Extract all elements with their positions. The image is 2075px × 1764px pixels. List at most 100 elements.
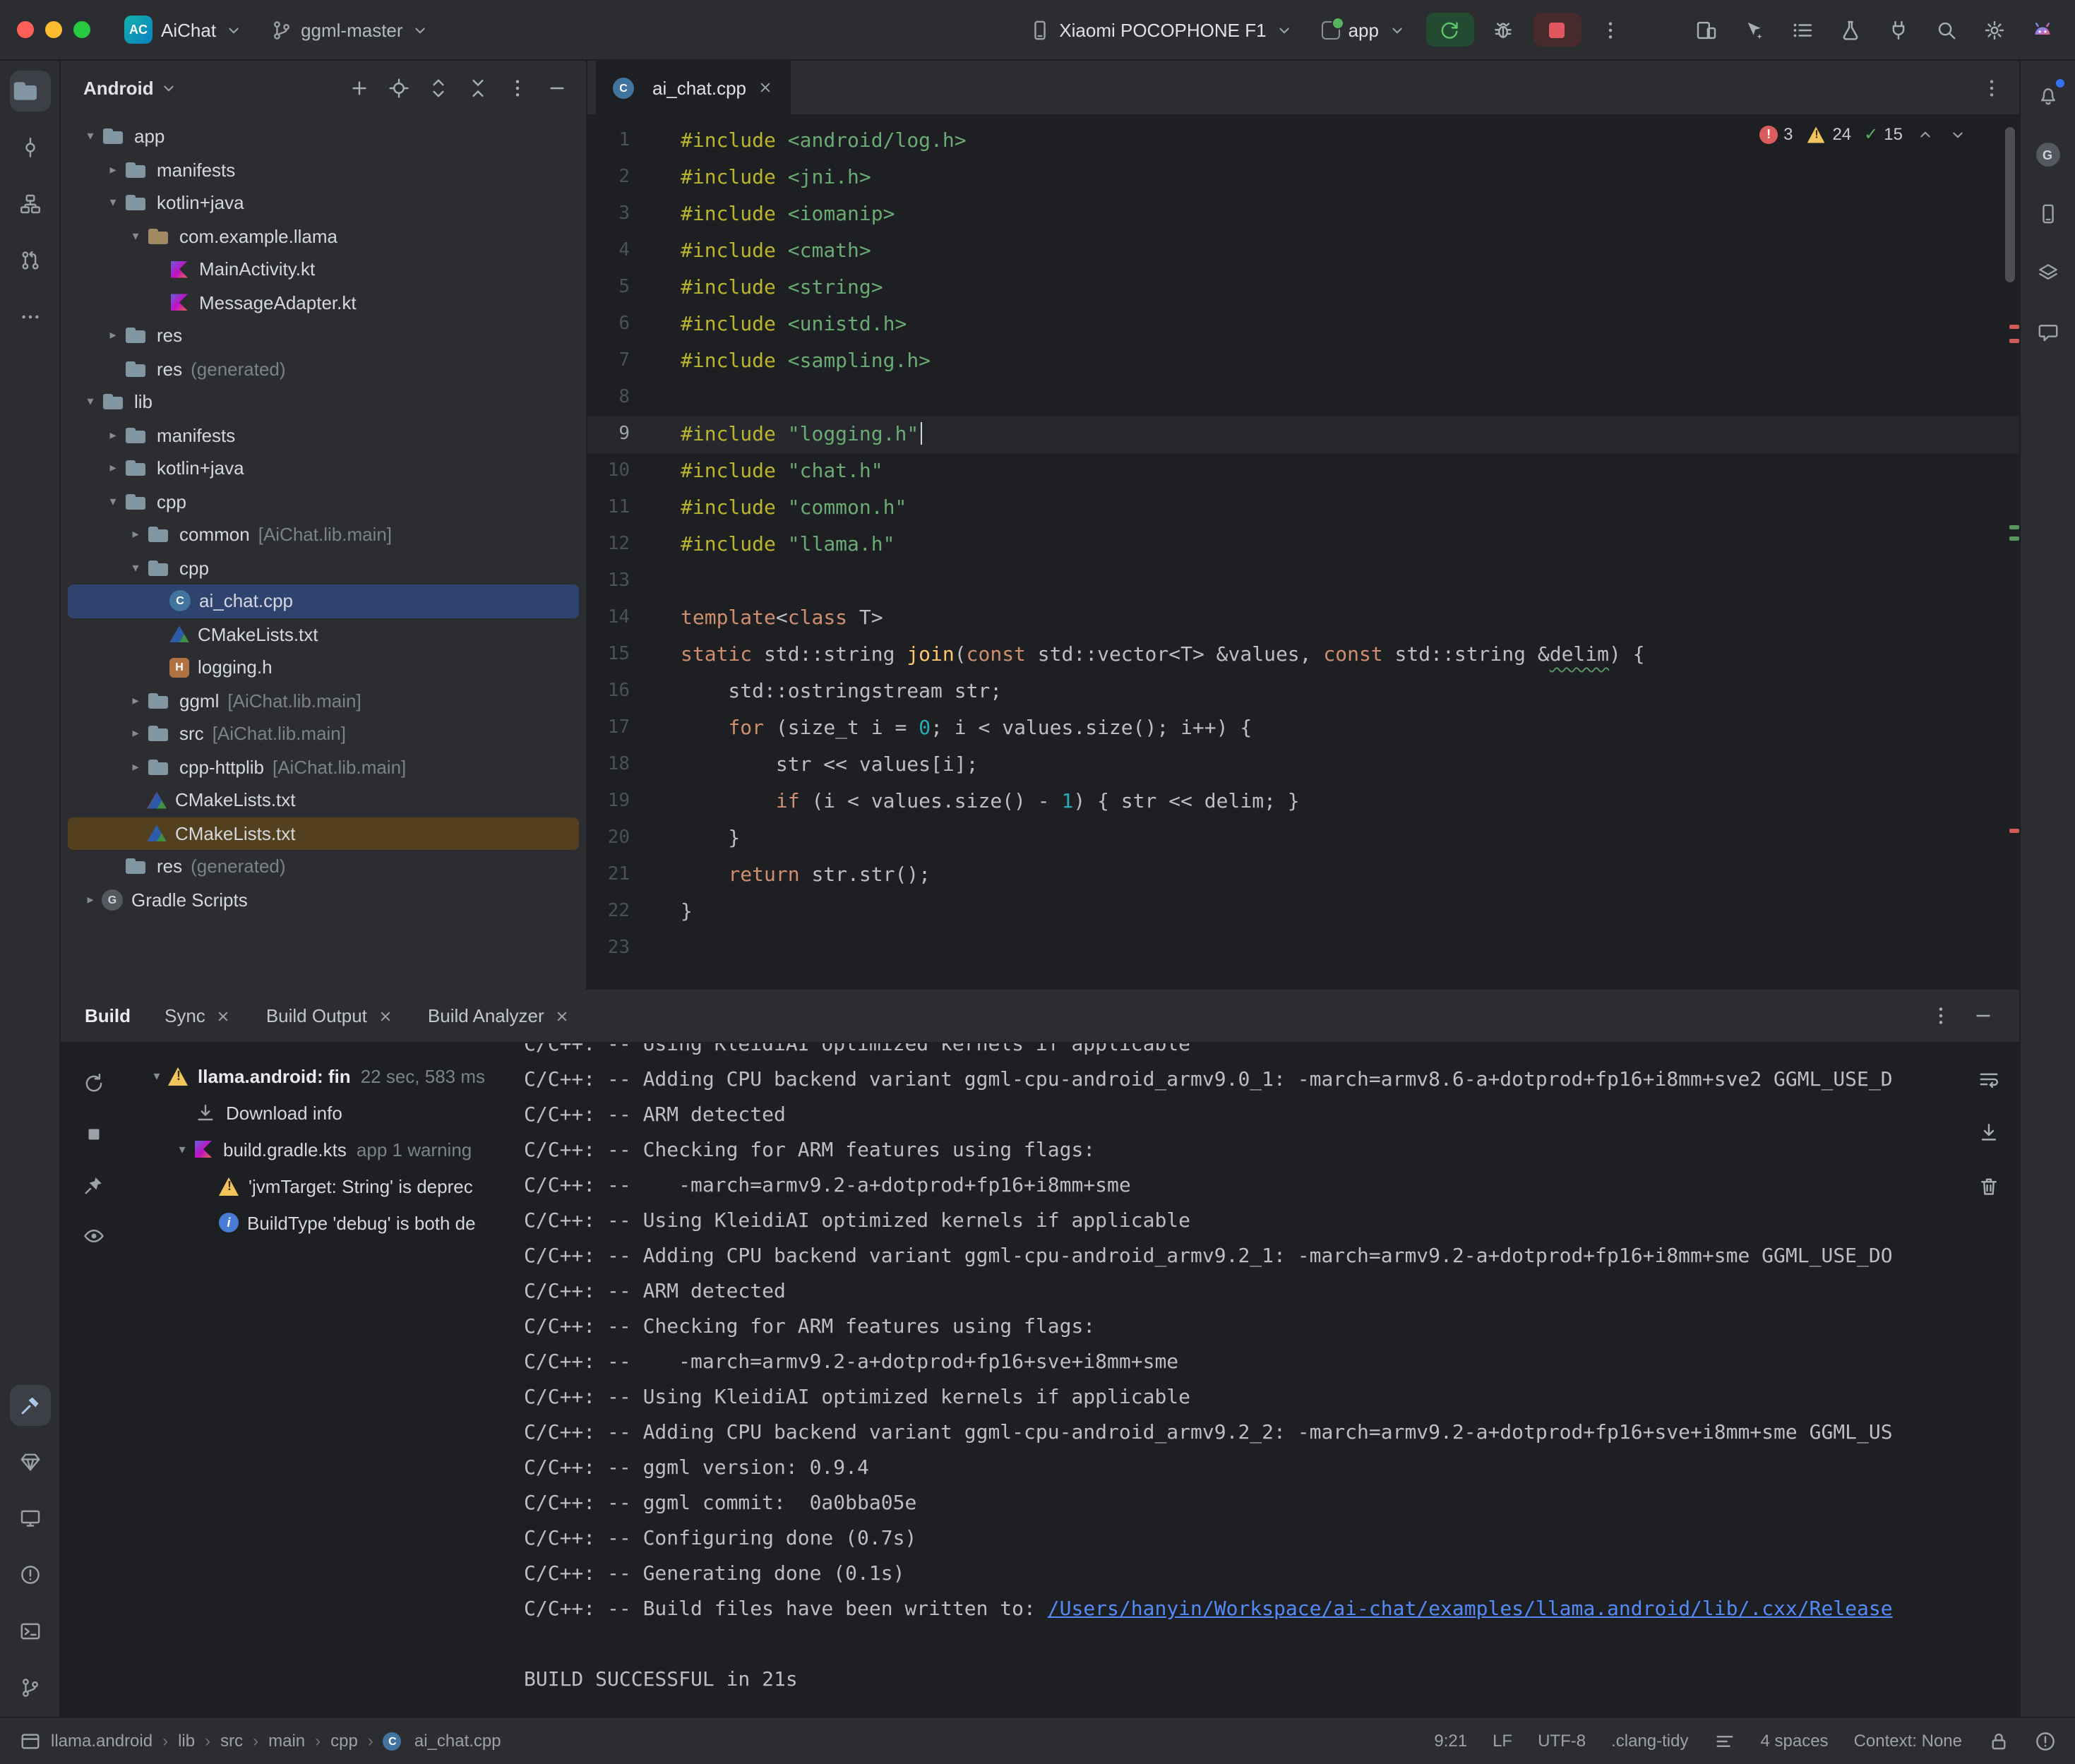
structure-tool-button[interactable] — [9, 184, 50, 224]
line-number[interactable]: 21 — [587, 857, 652, 894]
change-stripe-mark[interactable] — [2009, 536, 2019, 541]
chevron-down-icon[interactable]: ▾ — [124, 560, 147, 576]
build-item-build-gradle-kts[interactable]: ▾build.gradle.ktsapp 1 warning — [126, 1131, 504, 1168]
tree-item-cpp[interactable]: ▾cpp — [68, 485, 579, 518]
soft-wrap-button[interactable] — [1971, 1060, 2007, 1097]
zoom-window-button[interactable] — [73, 21, 90, 38]
run-button[interactable] — [1425, 13, 1473, 47]
tree-item-gradle-scripts[interactable]: ▸Gradle Scripts — [68, 883, 579, 916]
code-line-11[interactable]: 11#include "common.h" — [587, 490, 2019, 527]
code-line-2[interactable]: 2#include <jni.h> — [587, 160, 2019, 196]
breadcrumb-item-llama-android[interactable]: llama.android — [51, 1731, 153, 1751]
line-number[interactable]: 16 — [587, 673, 652, 710]
pin-tab-button[interactable] — [73, 1165, 114, 1206]
line-number[interactable]: 10 — [587, 453, 652, 490]
device-explorer-tool-button[interactable] — [2027, 193, 2068, 234]
tree-item-app[interactable]: ▾app — [68, 120, 579, 153]
line-number[interactable]: 8 — [587, 380, 652, 416]
hints-status-icon[interactable] — [2034, 1730, 2055, 1751]
build-tool-button[interactable] — [9, 1384, 50, 1425]
editor-tab-ai-chat-cpp[interactable]: ai_chat.cpp — [596, 61, 790, 114]
chevron-right-icon[interactable]: ▸ — [124, 726, 147, 742]
close-tab-button[interactable] — [554, 1007, 571, 1024]
assistant-tool-button[interactable] — [2027, 312, 2068, 353]
code-line-12[interactable]: 12#include "llama.h" — [587, 527, 2019, 563]
hide-project-panel-button[interactable] — [538, 70, 575, 107]
tree-item-manifests[interactable]: ▸manifests — [68, 419, 579, 452]
line-number[interactable]: 1 — [587, 123, 652, 160]
clear-console-button[interactable] — [1971, 1168, 2007, 1204]
pull-requests-tool-button[interactable] — [9, 240, 50, 281]
tree-item-kotlin-java[interactable]: ▾kotlin+java — [68, 186, 579, 220]
context-widget[interactable]: Context: None — [1854, 1731, 1962, 1751]
close-tab-button[interactable] — [377, 1007, 394, 1024]
code-line-22[interactable]: 22} — [587, 894, 2019, 930]
code-line-23[interactable]: 23 — [587, 930, 2019, 967]
tree-item-kotlin-java[interactable]: ▸kotlin+java — [68, 452, 579, 485]
studio-bot-button[interactable] — [2024, 11, 2061, 48]
project-selector[interactable]: AC AiChat — [116, 11, 251, 48]
tree-item-cpp[interactable]: ▾cpp — [68, 551, 579, 584]
chevron-down-icon[interactable]: ▾ — [145, 1068, 168, 1084]
tree-item-src[interactable]: ▸src[AiChat.lib.main] — [68, 717, 579, 750]
chevron-down-icon[interactable]: ▾ — [79, 395, 102, 410]
commit-tool-button[interactable] — [9, 127, 50, 168]
hide-build-panel-button[interactable] — [1965, 997, 2002, 1034]
line-number[interactable]: 17 — [587, 710, 652, 747]
caret-position-widget[interactable]: 9:21 — [1434, 1731, 1467, 1751]
scroll-to-end-button[interactable] — [1971, 1114, 2007, 1151]
run-config-selector[interactable]: app — [1313, 15, 1414, 44]
logcat-button[interactable] — [1784, 11, 1821, 48]
build-item-buildtype-debug-is-both-de[interactable]: BuildType 'debug' is both de — [126, 1204, 504, 1241]
line-number[interactable]: 3 — [587, 196, 652, 233]
line-number[interactable]: 2 — [587, 160, 652, 196]
tree-item-logging-h[interactable]: logging.h — [68, 651, 579, 684]
code-line-4[interactable]: 4#include <cmath> — [587, 233, 2019, 270]
debug-button[interactable] — [1485, 11, 1521, 48]
code-line-20[interactable]: 20 } — [587, 820, 2019, 857]
tree-item-cmakelists-txt[interactable]: CMakeLists.txt — [68, 618, 579, 651]
code-line-7[interactable]: 7#include <sampling.h> — [587, 343, 2019, 380]
line-number[interactable]: 13 — [587, 563, 652, 600]
code-line-16[interactable]: 16 std::ostringstream str; — [587, 673, 2019, 710]
line-number[interactable]: 11 — [587, 490, 652, 527]
tree-item-cpp-httplib[interactable]: ▸cpp-httplib[AiChat.lib.main] — [68, 750, 579, 784]
chevron-down-icon[interactable]: ▾ — [124, 229, 147, 244]
select-opened-file-button[interactable] — [380, 70, 417, 107]
next-issue-button[interactable] — [1948, 125, 1968, 143]
chevron-right-icon[interactable]: ▸ — [124, 527, 147, 543]
code-line-6[interactable]: 6#include <unistd.h> — [587, 306, 2019, 343]
change-stripe-mark[interactable] — [2009, 525, 2019, 529]
collapse-all-button[interactable] — [459, 70, 496, 107]
line-number[interactable]: 12 — [587, 527, 652, 563]
encoding-widget[interactable]: UTF-8 — [1538, 1731, 1586, 1751]
code-line-9[interactable]: 9#include "logging.h" — [587, 416, 2019, 453]
profiler-button[interactable] — [1832, 11, 1869, 48]
terminal-tool-button[interactable] — [9, 1610, 50, 1651]
chevron-down-icon[interactable]: ▾ — [102, 494, 124, 510]
line-number[interactable]: 23 — [587, 930, 652, 967]
clang-tidy-widget[interactable]: .clang-tidy — [1611, 1731, 1688, 1751]
sdk-manager-button[interactable] — [1880, 11, 1917, 48]
line-number[interactable]: 19 — [587, 784, 652, 820]
code-line-18[interactable]: 18 str << values[i]; — [587, 747, 2019, 784]
tree-item-res[interactable]: res(generated) — [68, 352, 579, 385]
code-line-5[interactable]: 5#include <string> — [587, 270, 2019, 306]
minimize-window-button[interactable] — [45, 21, 62, 38]
project-tool-button[interactable] — [9, 71, 50, 112]
close-tab-button[interactable] — [756, 79, 773, 96]
tab-build-analyzer[interactable]: Build Analyzer — [428, 1005, 571, 1026]
tree-item-cmakelists-txt[interactable]: CMakeLists.txt — [68, 784, 579, 817]
line-number[interactable]: 4 — [587, 233, 652, 270]
inspections-widget[interactable]: 3 24 ✓15 — [1759, 124, 1968, 144]
chevron-right-icon[interactable]: ▸ — [102, 162, 124, 178]
tree-item-ai-chat-cpp[interactable]: ai_chat.cpp — [68, 584, 579, 618]
code-line-14[interactable]: 14template<class T> — [587, 600, 2019, 637]
chevron-right-icon[interactable]: ▸ — [102, 428, 124, 443]
expand-all-button[interactable] — [419, 70, 456, 107]
build-options-button[interactable] — [1922, 997, 1959, 1034]
line-separator-widget[interactable]: LF — [1493, 1731, 1512, 1751]
problems-tool-button[interactable] — [9, 1554, 50, 1595]
tree-item-lib[interactable]: ▾lib — [68, 385, 579, 419]
lock-icon[interactable] — [1987, 1730, 2009, 1751]
